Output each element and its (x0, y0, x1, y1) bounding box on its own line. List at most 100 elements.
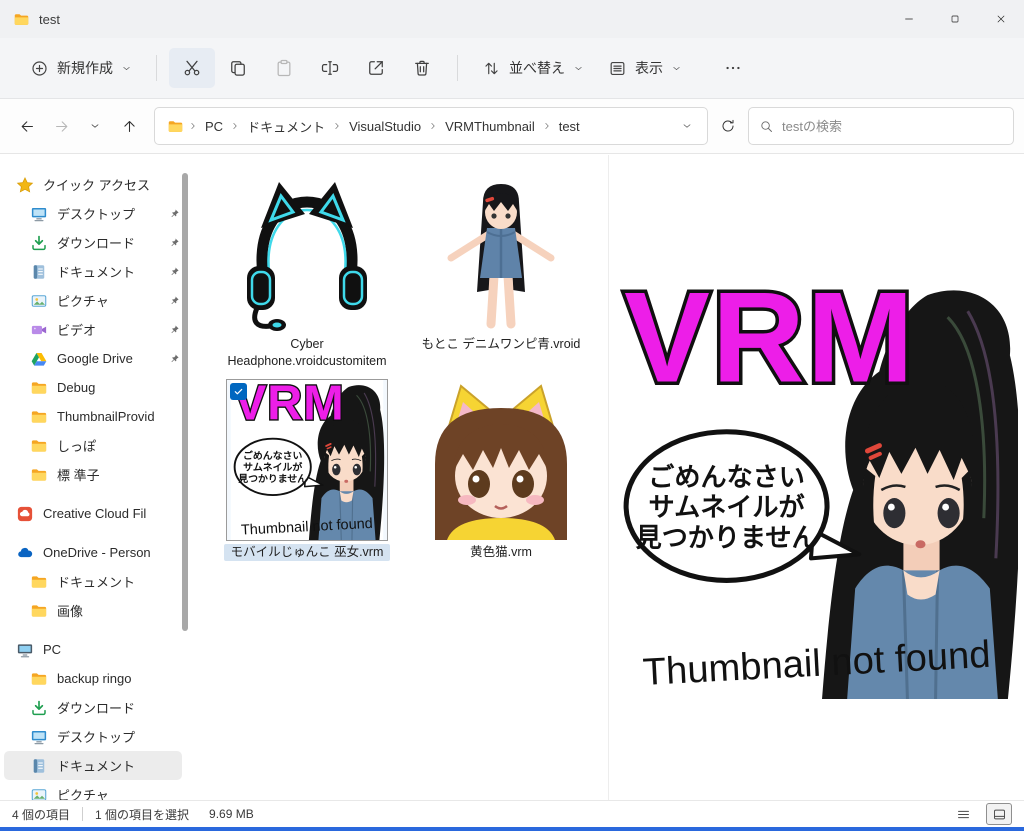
sidebar-item-thumbnailprovider[interactable]: ThumbnailProvid (4, 402, 182, 431)
minimize-button[interactable] (886, 0, 932, 38)
window-controls (886, 0, 1024, 38)
close-button[interactable] (978, 0, 1024, 38)
preview-pane: VRM ごめんなさい サムネイルが 見つかりません Thumbnail not … (608, 155, 1024, 800)
toolbar-separator (156, 55, 157, 81)
sidebar-item-onedrive-documents[interactable]: ドキュメント (4, 567, 182, 596)
sidebar-item-onedrive[interactable]: OneDrive - Person (4, 538, 182, 567)
folder-icon (30, 437, 48, 455)
sidebar-item-desktop-pinned[interactable]: デスクトップ (4, 199, 182, 228)
view-button[interactable]: 表示 (596, 48, 694, 88)
sidebar-item-pictures-pinned[interactable]: ピクチャ (4, 286, 182, 315)
share-icon (366, 58, 386, 78)
view-layout-icon (608, 59, 627, 78)
copy-button[interactable] (215, 48, 261, 88)
arrow-up-icon (121, 118, 138, 135)
copy-icon (228, 58, 248, 78)
folder-icon (30, 408, 48, 426)
main-area: クイック アクセス デスクトップ ダウンロード ドキュメント ピクチャ ビデオ (0, 155, 1024, 800)
new-button[interactable]: 新規作成 (18, 48, 144, 88)
svg-text:見つかりません: 見つかりません (635, 522, 817, 552)
sidebar-item-creative-cloud[interactable]: Creative Cloud Fil (4, 499, 182, 528)
chevron-right-icon (428, 121, 438, 131)
sidebar-item-pc[interactable]: PC (4, 635, 182, 664)
check-icon (233, 386, 244, 397)
folder-icon (13, 11, 30, 28)
file-item-yellow-cat[interactable]: 黄色猫.vrm (416, 377, 586, 561)
sort-button[interactable]: 並べ替え (470, 48, 596, 88)
sidebar-item-documents-pinned[interactable]: ドキュメント (4, 257, 182, 286)
toolbar-separator (457, 55, 458, 81)
sidebar-item-downloads-pinned[interactable]: ダウンロード (4, 228, 182, 257)
star-icon (16, 176, 34, 194)
breadcrumb-item-pc[interactable]: PC (198, 114, 230, 139)
pin-icon (169, 208, 180, 219)
breadcrumb-item-vrmthumbnail[interactable]: VRMThumbnail (438, 114, 542, 139)
sidebar-item-videos-pinned[interactable]: ビデオ (4, 315, 182, 344)
folder-icon (30, 670, 48, 688)
breadcrumb-item-test[interactable]: test (552, 114, 587, 139)
chevron-right-icon (230, 121, 240, 131)
more-options-button[interactable] (710, 48, 756, 88)
up-button[interactable] (112, 109, 146, 143)
sidebar-item-downloads[interactable]: ダウンロード (4, 693, 182, 722)
forward-button[interactable] (44, 109, 78, 143)
sidebar-item-desktop[interactable]: デスクトップ (4, 722, 182, 751)
sidebar-item-hyojunko[interactable]: 標 準子 (4, 460, 182, 489)
sidebar-item-google-drive[interactable]: Google Drive (4, 344, 182, 373)
pin-icon (169, 295, 180, 306)
breadcrumb-item-documents[interactable]: ドキュメント (240, 112, 332, 141)
arrow-right-icon (53, 118, 70, 135)
refresh-button[interactable] (712, 110, 744, 142)
sidebar-item-quick-access[interactable]: クイック アクセス (4, 170, 182, 199)
status-divider (82, 807, 83, 821)
search-box[interactable] (748, 107, 1014, 145)
address-dropdown-icon[interactable] (681, 120, 693, 132)
address-bar: PC ドキュメント VisualStudio VRMThumbnail test (0, 99, 1024, 154)
status-bar: 4 個の項目 1 個の項目を選択 9.69 MB (0, 800, 1024, 827)
sidebar-item-onedrive-images[interactable]: 画像 (4, 596, 182, 625)
folder-icon (30, 602, 48, 620)
svg-text:見つかりません: 見つかりません (237, 473, 307, 485)
rename-button[interactable] (307, 48, 353, 88)
breadcrumb[interactable]: PC ドキュメント VisualStudio VRMThumbnail test (154, 107, 708, 145)
search-input[interactable] (782, 119, 1003, 134)
maximize-button[interactable] (932, 0, 978, 38)
paste-button[interactable] (261, 48, 307, 88)
list-view-icon (956, 807, 971, 822)
recent-locations-button[interactable] (78, 109, 112, 143)
rename-icon (320, 58, 340, 78)
file-item-cyber-headphone[interactable]: Cyber Headphone.vroidcustomitem (222, 169, 392, 369)
selection-checkbox[interactable] (230, 383, 247, 400)
sidebar-item-documents[interactable]: ドキュメント (4, 751, 182, 780)
sidebar-item-backup-ringo[interactable]: backup ringo (4, 664, 182, 693)
sidebar-item-shippo[interactable]: しっぽ (4, 431, 182, 460)
pin-icon (169, 266, 180, 277)
sidebar-item-pictures[interactable]: ピクチャ (4, 780, 182, 800)
file-item-mobile-junko[interactable]: VRM ごめんなさい サムネイルが 見つかりません Thumbnail not … (222, 377, 392, 561)
thumbnails-view-button[interactable] (986, 803, 1012, 825)
file-thumbnail (421, 172, 581, 332)
navigation-pane: クイック アクセス デスクトップ ダウンロード ドキュメント ピクチャ ビデオ (0, 155, 192, 800)
delete-button[interactable] (399, 48, 445, 88)
thumbnail-view-icon (992, 807, 1007, 822)
share-button[interactable] (353, 48, 399, 88)
file-item-motoko[interactable]: もとこ デニムワンピ青.vroid (416, 169, 586, 369)
item-count: 4 個の項目 (12, 806, 70, 823)
selection-count: 1 個の項目を選択 (95, 806, 189, 823)
preview-vrm-placeholder-image: VRM ごめんなさい サムネイルが 見つかりません Thumbnail not … (616, 277, 1018, 699)
sidebar-scrollbar[interactable] (182, 173, 188, 631)
selection-size: 9.69 MB (209, 807, 254, 821)
file-thumbnail: VRM ごめんなさい サムネイルが 見つかりません Thumbnail not … (227, 380, 387, 540)
sidebar-item-debug[interactable]: Debug (4, 373, 182, 402)
breadcrumb-item-visualstudio[interactable]: VisualStudio (342, 114, 428, 139)
back-button[interactable] (10, 109, 44, 143)
command-toolbar: 新規作成 並べ替え 表示 (0, 38, 1024, 99)
svg-text:ごめんなさい: ごめんなさい (648, 462, 805, 492)
view-toggles (950, 803, 1012, 825)
details-view-button[interactable] (950, 803, 976, 825)
vrm-logo-text: VRM (234, 380, 345, 431)
chevron-down-icon (121, 63, 132, 74)
cut-button[interactable] (169, 48, 215, 88)
file-list: Cyber Headphone.vroidcustomitem (192, 155, 608, 800)
yellow-cat-avatar-image (421, 380, 581, 540)
